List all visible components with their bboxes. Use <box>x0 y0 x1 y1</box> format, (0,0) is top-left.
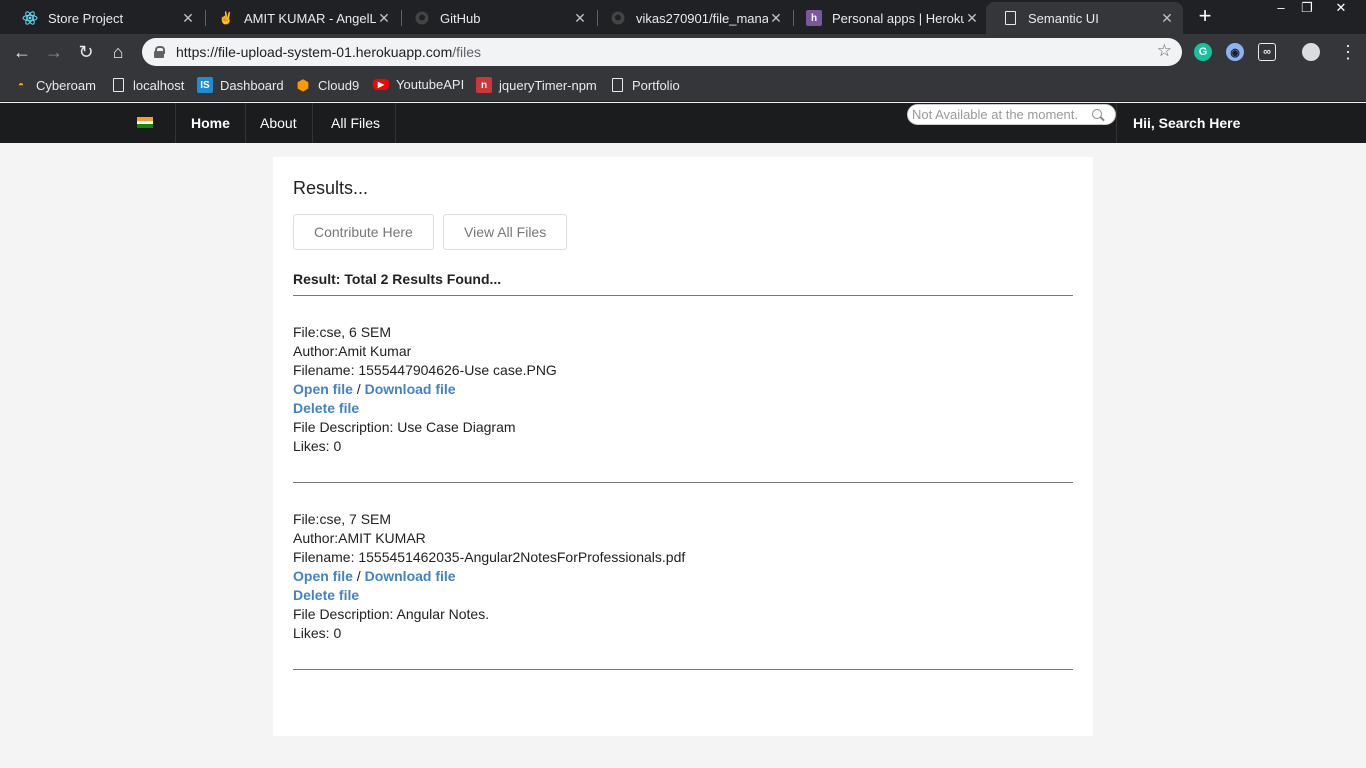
dashboard-icon: IS <box>197 77 213 93</box>
close-icon[interactable]: ✕ <box>964 10 980 27</box>
bookmark-dashboard[interactable]: IS Dashboard <box>197 77 284 93</box>
india-flag-icon <box>137 117 153 128</box>
home-icon[interactable]: ⌂ <box>106 40 130 64</box>
github-icon <box>610 10 626 26</box>
filename-label: Filename: 1555447904626-Use case.PNG <box>293 362 557 378</box>
bookmarks-bar: ◓ Cyberoam localhost IS Dashboard ⬢ Clou… <box>0 70 1366 102</box>
page-icon <box>609 77 625 93</box>
react-icon <box>22 10 38 26</box>
close-icon[interactable]: ✕ <box>572 10 588 27</box>
author-label: Author:Amit Kumar <box>293 343 412 359</box>
tab-title: GitHub <box>440 10 481 26</box>
reload-icon[interactable]: ↻ <box>74 40 98 64</box>
filename-label: Filename: 1555451462035-Angular2NotesFor… <box>293 549 686 565</box>
bookmark-youtubeapi[interactable]: ▶ YoutubeAPI <box>373 77 464 92</box>
back-icon[interactable]: ← <box>10 40 34 64</box>
description-label: File Description: Angular Notes. <box>293 606 490 622</box>
search-input[interactable] <box>912 107 1092 122</box>
lock-icon <box>154 46 165 58</box>
npm-icon: n <box>476 77 492 93</box>
close-icon[interactable]: ✕ <box>1159 10 1175 27</box>
download-file-link[interactable]: Download file <box>365 568 456 584</box>
contribute-button[interactable]: Contribute Here <box>293 214 434 250</box>
file-label: File:cse, 6 SEM <box>293 324 392 340</box>
tab-heroku[interactable]: h Personal apps | Heroku ✕ <box>790 2 988 34</box>
download-file-link[interactable]: Download file <box>365 381 456 397</box>
tab-title: Personal apps | Heroku <box>832 10 964 26</box>
bookmark-localhost[interactable]: localhost <box>110 77 184 93</box>
tab-title: AMIT KUMAR - AngelList <box>244 10 376 26</box>
cyberoam-icon: ◓ <box>17 79 25 91</box>
heroku-icon: h <box>806 10 822 26</box>
description-label: File Description: Use Case Diagram <box>293 419 516 435</box>
tab-github-repo[interactable]: vikas270901/file_manage ✕ <box>594 2 792 34</box>
avatar[interactable] <box>1302 43 1320 61</box>
forward-icon[interactable]: → <box>42 40 66 64</box>
bookmark-cloud9[interactable]: ⬢ Cloud9 <box>295 77 359 93</box>
bookmark-star-icon[interactable]: ☆ <box>1157 41 1172 61</box>
link-separator: / <box>352 381 365 397</box>
page-icon <box>1002 10 1018 26</box>
nav-about[interactable]: About <box>245 103 313 143</box>
page-title: Results... <box>293 178 369 198</box>
search-label: Hii, Search Here <box>1116 103 1256 143</box>
search-icon[interactable] <box>1092 108 1104 121</box>
bookmark-portfolio[interactable]: Portfolio <box>609 77 680 93</box>
open-file-link[interactable]: Open file <box>293 568 353 584</box>
list-item: File:cse, 7 SEM Author:AMIT KUMAR Filena… <box>293 510 685 643</box>
link-separator: / <box>352 568 365 584</box>
divider <box>293 669 1073 670</box>
list-item: File:cse, 6 SEM Author:Amit Kumar Filena… <box>293 323 557 456</box>
grammarly-icon[interactable]: G <box>1194 43 1212 61</box>
results-panel: Results... Contribute Here View All File… <box>273 157 1093 736</box>
restore-button[interactable]: ❐ <box>1292 0 1322 18</box>
results-summary: Result: Total 2 Results Found... <box>293 271 502 287</box>
divider <box>293 295 1073 296</box>
tab-title: vikas270901/file_manage <box>636 10 768 26</box>
nav-all-files[interactable]: All Files <box>316 103 397 143</box>
angellist-icon: ✌ <box>218 11 234 25</box>
page-icon <box>110 77 126 93</box>
url-text: https://file-upload-system-01.herokuapp.… <box>176 44 482 60</box>
nav-home[interactable]: Home <box>176 103 246 143</box>
bookmark-jquerytimer-npm[interactable]: n jqueryTimer-npm <box>476 77 597 93</box>
new-tab-button[interactable]: + <box>1193 5 1217 29</box>
tab-title: Semantic UI <box>1028 10 1099 26</box>
likes-label: Likes: 0 <box>293 625 342 641</box>
tab-semantic-ui[interactable]: Semantic UI ✕ <box>986 2 1183 34</box>
search-box[interactable] <box>907 104 1116 125</box>
bookmark-cyberoam[interactable]: ◓ Cyberoam <box>13 77 96 93</box>
browser-toolbar: ← → ↻ ⌂ https://file-upload-system-01.he… <box>0 34 1366 70</box>
cloud9-icon: ⬢ <box>296 76 310 93</box>
address-bar[interactable]: https://file-upload-system-01.herokuapp.… <box>142 38 1182 66</box>
close-window-button[interactable]: ✕ <box>1326 0 1356 18</box>
extension-icon[interactable]: ◉ <box>1226 43 1244 61</box>
likes-label: Likes: 0 <box>293 438 342 454</box>
open-file-link[interactable]: Open file <box>293 381 353 397</box>
view-all-files-button[interactable]: View All Files <box>443 214 568 250</box>
github-icon <box>414 10 430 26</box>
tab-store-project[interactable]: Store Project ✕ <box>6 2 204 34</box>
author-label: Author:AMIT KUMAR <box>293 530 426 546</box>
extension-icon[interactable]: ∞ <box>1258 43 1276 61</box>
delete-file-link[interactable]: Delete file <box>293 587 359 603</box>
divider <box>293 482 1073 483</box>
close-icon[interactable]: ✕ <box>180 10 196 27</box>
delete-file-link[interactable]: Delete file <box>293 400 359 416</box>
youtube-icon: ▶ <box>373 79 389 90</box>
tab-title: Store Project <box>48 10 124 26</box>
tab-github[interactable]: GitHub ✕ <box>398 2 596 34</box>
close-icon[interactable]: ✕ <box>768 10 784 27</box>
close-icon[interactable]: ✕ <box>376 10 392 27</box>
file-label: File:cse, 7 SEM <box>293 511 392 527</box>
menu-icon[interactable]: ⋮ <box>1336 40 1360 64</box>
tab-strip: Store Project ✕ ✌ AMIT KUMAR - AngelList… <box>0 0 1366 34</box>
tab-angellist[interactable]: ✌ AMIT KUMAR - AngelList ✕ <box>202 2 400 34</box>
